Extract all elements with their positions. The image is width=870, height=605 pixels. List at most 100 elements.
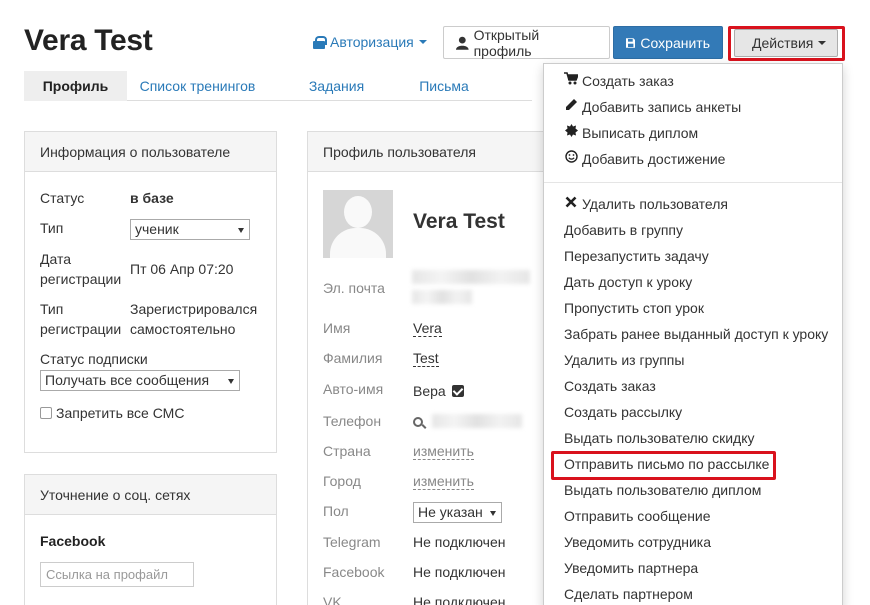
save-label: Сохранить	[640, 34, 710, 51]
menu-item-label: Добавить достижение	[582, 151, 726, 167]
last-name-value[interactable]: Test	[413, 348, 439, 368]
menu-item-send-mailing-letter[interactable]: Отправить письмо по рассылке	[564, 454, 769, 474]
subscription-label: Статус подписки	[40, 351, 148, 367]
status-label: Статус	[40, 190, 85, 206]
auto-name-value: Вера	[413, 381, 464, 401]
phone-value-blurred	[432, 414, 522, 428]
type-label: Тип	[40, 220, 64, 236]
menu-item-add-to-group[interactable]: Добавить в группу	[564, 220, 683, 240]
tab-profile[interactable]: Профиль	[24, 71, 127, 101]
reg-type-label-line1: Тип	[40, 301, 64, 317]
subscription-select-value: Получать все сообщения	[45, 372, 210, 388]
social-heading: Уточнение о соц. сетях	[25, 475, 276, 515]
status-value: в базе	[130, 190, 174, 206]
menu-item-revoke-lesson-access[interactable]: Забрать ранее выданный доступ к уроку	[564, 324, 828, 344]
user-info-heading: Информация о пользователе	[25, 132, 276, 172]
reg-type-value-line2: самостоятельно	[130, 321, 236, 337]
menu-item-issue-diploma[interactable]: Выписать диплом	[564, 123, 698, 143]
menu-item-create-order[interactable]: Создать заказ	[564, 376, 656, 396]
menu-item-delete-user[interactable]: Удалить пользователя	[564, 194, 728, 214]
profile-heading: Профиль пользователя	[308, 132, 547, 172]
reg-date-label-line1: Дата	[40, 251, 72, 267]
menu-item-skip-stop-lesson[interactable]: Пропустить стоп урок	[564, 298, 704, 318]
menu-item-label: Удалить пользователя	[582, 196, 728, 212]
certificate-icon	[564, 123, 578, 143]
no-sms-checkbox-row[interactable]: Запретить все СМС	[40, 403, 184, 423]
subscription-select[interactable]: Получать все сообщения	[40, 370, 240, 391]
first-name-value[interactable]: Vera	[413, 318, 442, 338]
menu-item-label: Создать заказ	[582, 73, 674, 89]
chevron-down-icon	[418, 40, 427, 44]
cart-icon	[564, 71, 580, 91]
city-label: Город	[323, 473, 361, 489]
menu-divider	[544, 182, 842, 183]
country-value[interactable]: изменить	[413, 441, 474, 461]
social-panel: Уточнение о соц. сетях Facebook Ссылка н…	[24, 474, 277, 605]
menu-item-notify-partner[interactable]: Уведомить партнера	[564, 558, 698, 578]
search-icon[interactable]	[413, 417, 423, 427]
last-name-label: Фамилия	[323, 350, 383, 366]
menu-item-add-achievement[interactable]: Добавить достижение	[564, 149, 725, 169]
actions-dropdown-menu: Создать заказ Добавить запись анкеты Вып…	[543, 63, 843, 605]
save-button[interactable]: Сохранить	[613, 26, 723, 59]
first-name-label: Имя	[323, 320, 351, 336]
menu-item-notify-employee[interactable]: Уведомить сотрудника	[564, 532, 711, 552]
gender-label: Пол	[323, 503, 349, 519]
menu-item-restart-task[interactable]: Перезапустить задачу	[564, 246, 709, 266]
city-change-link[interactable]: изменить	[413, 473, 474, 490]
tab-trainings[interactable]: Список тренингов	[127, 71, 268, 101]
telegram-label: Telegram	[323, 534, 381, 550]
reg-date-label-line2: регистрации	[40, 271, 122, 287]
country-change-link[interactable]: изменить	[413, 443, 474, 460]
gender-select[interactable]: Не указан	[413, 502, 502, 523]
menu-item-send-message[interactable]: Отправить сообщение	[564, 506, 711, 526]
tab-letters[interactable]: Письма	[405, 71, 483, 101]
actions-button[interactable]: Действия	[734, 29, 838, 57]
menu-item-make-partner[interactable]: Сделать партнером	[564, 584, 693, 604]
facebook-label: Facebook	[323, 564, 385, 580]
reg-type-value-line1: Зарегистрировался	[130, 301, 258, 317]
email-value-blurred-2	[412, 290, 472, 304]
email-label: Эл. почта	[323, 280, 385, 296]
first-name-text: Vera	[413, 320, 442, 337]
auto-name-text: Вера	[413, 383, 446, 399]
auto-name-label: Авто-имя	[323, 381, 384, 397]
vk-label: VK	[323, 594, 342, 605]
phone-label: Телефон	[323, 413, 382, 429]
authorization-dropdown[interactable]: Авторизация	[313, 34, 427, 50]
menu-item-give-discount[interactable]: Выдать пользователю скидку	[564, 428, 755, 448]
select-arrow-icon	[238, 228, 244, 233]
no-sms-checkbox[interactable]	[40, 407, 52, 419]
smile-icon	[564, 149, 578, 169]
open-profile-label: Открытый профиль	[473, 26, 540, 59]
user-info-panel: Информация о пользователе Статус в базе …	[24, 131, 277, 453]
facebook-value: Не подключен	[413, 564, 506, 580]
reg-date-value: Пт 06 Апр 07:20	[130, 261, 234, 277]
type-select-value: ученик	[135, 221, 179, 237]
select-arrow-icon	[490, 511, 496, 516]
menu-item-remove-from-group[interactable]: Удалить из группы	[564, 350, 684, 370]
menu-item-grant-lesson-access[interactable]: Дать доступ к уроку	[564, 272, 692, 292]
menu-item-add-survey-record[interactable]: Добавить запись анкеты	[564, 97, 741, 117]
authorization-label: Авторизация	[330, 34, 414, 50]
telegram-value: Не подключен	[413, 534, 506, 550]
menu-item-give-diploma[interactable]: Выдать пользователю диплом	[564, 480, 761, 500]
profile-panel: Профиль пользователя Vera Test Эл. почта…	[307, 131, 547, 605]
facebook-section-label: Facebook	[40, 533, 106, 549]
phone-value	[413, 411, 423, 431]
profile-name: Vera Test	[413, 210, 505, 233]
tab-tasks[interactable]: Задания	[268, 71, 405, 101]
page-title: Vera Test	[24, 24, 153, 57]
menu-item-create-order-top[interactable]: Создать заказ	[564, 71, 674, 91]
facebook-profile-input[interactable]: Ссылка на профайл	[40, 562, 194, 587]
open-profile-button[interactable]: Открытый профиль	[443, 26, 610, 59]
type-select[interactable]: ученик	[130, 219, 250, 240]
last-name-text: Test	[413, 350, 439, 367]
auto-name-checkbox[interactable]	[451, 385, 464, 397]
city-value[interactable]: изменить	[413, 471, 474, 491]
vk-value: Не подключен	[413, 594, 506, 605]
profile-tabs: Профиль Список тренингов Задания Письма	[24, 71, 532, 101]
user-icon	[456, 36, 469, 50]
menu-item-create-mailing[interactable]: Создать рассылку	[564, 402, 682, 422]
menu-item-label: Выписать диплом	[582, 125, 699, 141]
